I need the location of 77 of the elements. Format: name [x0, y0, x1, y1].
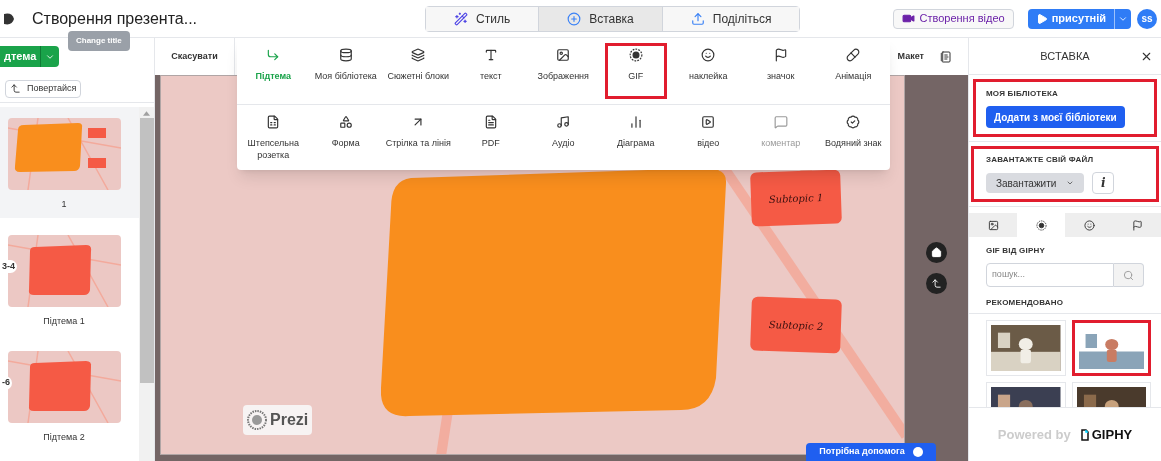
back-button[interactable]: Повертайся [5, 79, 82, 98]
subtopic-title: Subtopic 1 [768, 190, 824, 207]
insert-menu-item[interactable]: Форма [309, 105, 382, 170]
spreadsheet-icon [266, 115, 281, 129]
gif-thumbnail[interactable] [1071, 320, 1151, 376]
back-arrow-icon [931, 278, 942, 289]
slide-label: 1 [61, 198, 67, 211]
image-icon [556, 48, 571, 62]
brand-icon [1080, 428, 1089, 441]
slide-thumbnail[interactable] [7, 118, 121, 190]
pill-icon [846, 48, 861, 62]
play-icon [701, 115, 716, 129]
dashed-circle-icon [628, 48, 643, 62]
bar-chart-icon [628, 115, 643, 129]
help-button[interactable]: Потрібна допомога [806, 443, 936, 461]
subtopic-title: Subtopic 2 [768, 317, 824, 334]
tooltip: Change title [68, 31, 130, 51]
mode-tab[interactable]: Поділіться [661, 6, 800, 31]
home-button[interactable] [926, 242, 947, 263]
badge-check-icon [846, 115, 861, 129]
create-video-button[interactable]: Створення відео [893, 8, 1014, 29]
slide-range-badge: -6 [0, 376, 12, 390]
play-icon [1035, 12, 1048, 25]
brand-name: GIPHY [1091, 425, 1133, 444]
subtopic-card[interactable]: Subtopic 2 [750, 296, 842, 354]
text-icon [483, 48, 498, 62]
slide-item[interactable]: 1 [0, 107, 139, 218]
presentation-title[interactable]: Створення презента... [32, 6, 198, 31]
add-from-library-button[interactable]: Додати з моєї бібліотеки [986, 106, 1125, 128]
insert-menu-item[interactable]: Діаграма [599, 105, 672, 170]
layers-icon [411, 48, 426, 62]
upload-dropdown[interactable]: Завантажити [986, 173, 1085, 193]
comment-icon [773, 115, 788, 129]
search-field[interactable]: пошук... [986, 263, 1114, 287]
dashed-circle-icon [1035, 219, 1047, 231]
database-icon [338, 48, 353, 62]
slide-label: Підтема 1 [43, 314, 85, 328]
logo-icon[interactable] [4, 11, 14, 26]
corner-arrow-icon [266, 48, 281, 62]
image-icon [987, 219, 999, 231]
upload-icon [690, 11, 705, 26]
user-avatar[interactable]: ss [1137, 8, 1157, 29]
info-button[interactable]: i [1092, 172, 1115, 194]
smile-icon [701, 48, 716, 62]
document-icon [483, 115, 498, 129]
section-heading: ЗАВАНТАЖТЕ СВІЙ ФАЙЛ [986, 154, 1095, 166]
layout-label[interactable]: Макет [897, 49, 924, 64]
shapes-icon [338, 115, 353, 129]
flag-icon [773, 48, 788, 62]
insert-menu-item[interactable]: відео [672, 105, 745, 170]
back-arrow-icon [10, 83, 21, 94]
panel-title: ВСТАВКА [1040, 48, 1090, 64]
insert-menu-item[interactable]: Аудіо [527, 105, 600, 170]
insert-menu-item[interactable]: Стрілка та лінія [382, 105, 455, 170]
back-button[interactable] [926, 273, 947, 294]
search-icon [1123, 269, 1134, 281]
mode-tab[interactable]: Вставка [538, 6, 662, 31]
caret-icon [1066, 179, 1075, 187]
logo-icon [247, 410, 267, 430]
smile-icon [1083, 219, 1095, 231]
insert-menu-item[interactable]: Штепсельна розетка [237, 105, 310, 170]
flag-icon [1131, 219, 1143, 231]
notes-icon[interactable] [940, 50, 952, 63]
camera-icon [902, 12, 916, 25]
wand-icon [454, 11, 469, 26]
section-heading: GIF ВІД GIPHY [986, 245, 1046, 257]
music-icon [556, 115, 571, 129]
section-heading: РЕКОМЕНДОВАНО [986, 297, 1065, 309]
section-heading: МОЯ БІБЛІОТЕКА [986, 88, 1060, 100]
insert-menu-item[interactable]: Водяний знак [817, 105, 890, 170]
plus-circle-icon [567, 11, 582, 26]
slide-label: Підтема 2 [43, 431, 85, 444]
logo-text: Prezi [270, 410, 309, 430]
scrollbar[interactable] [139, 107, 154, 461]
insert-menu-item[interactable]: PDF [454, 105, 527, 170]
home-icon [931, 247, 942, 258]
subtopic-card[interactable]: Subtopic 1 [750, 169, 842, 227]
